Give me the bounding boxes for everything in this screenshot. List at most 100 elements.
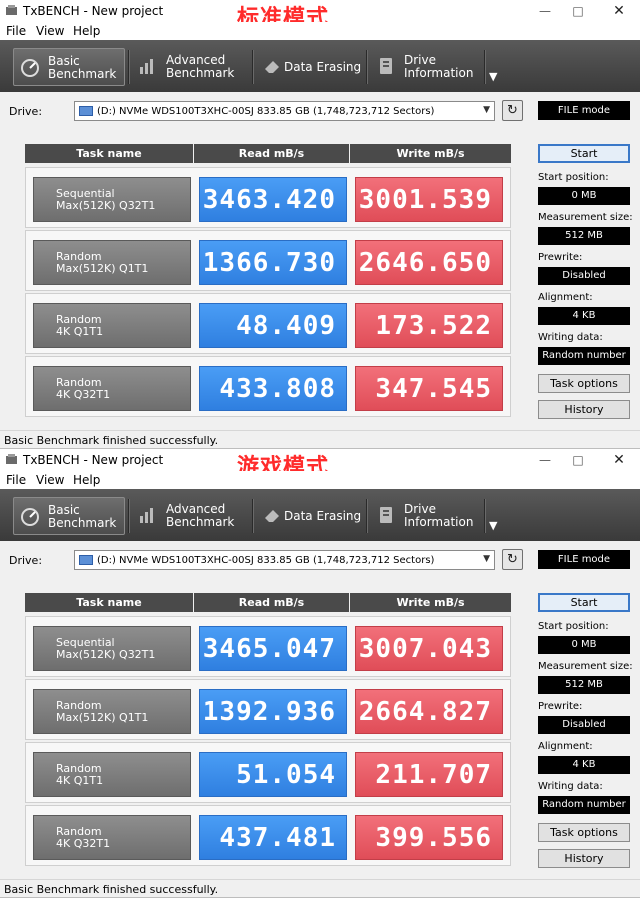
- menu-view[interactable]: View: [36, 24, 64, 38]
- file-mode-box[interactable]: FILE mode: [538, 550, 630, 569]
- task-line2: Max(512K) Q1T1: [56, 262, 149, 275]
- header-write: Write mB/s: [350, 593, 511, 612]
- task-button[interactable]: Random Max(512K) Q1T1: [33, 689, 191, 734]
- maximize-icon[interactable]: □: [563, 2, 593, 20]
- menu-help[interactable]: Help: [73, 473, 100, 487]
- refresh-button[interactable]: ↻: [502, 100, 523, 121]
- drive-value: (D:) NVMe WDS100T3XHC-00SJ 833.85 GB (1,…: [97, 555, 435, 566]
- task-button[interactable]: Sequential Max(512K) Q32T1: [33, 626, 191, 671]
- task-button[interactable]: Sequential Max(512K) Q32T1: [33, 177, 191, 222]
- prewrite-label: Prewrite:: [538, 252, 583, 263]
- speedometer-icon: [21, 508, 39, 526]
- writing-data-label: Writing data:: [538, 332, 603, 343]
- menu-file[interactable]: File: [6, 24, 26, 38]
- chevron-down-icon: ▼: [483, 554, 490, 564]
- drive-value: (D:) NVMe WDS100T3XHC-00SJ 833.85 GB (1,…: [97, 106, 435, 117]
- read-value: 48.409: [199, 303, 347, 348]
- start-button[interactable]: Start: [538, 144, 630, 163]
- refresh-button[interactable]: ↻: [502, 549, 523, 570]
- header-task-name: Task name: [25, 144, 193, 163]
- toolbar-divider: [252, 499, 254, 533]
- task-button[interactable]: Random Max(512K) Q1T1: [33, 240, 191, 285]
- tab-label: Benchmark: [166, 515, 235, 529]
- history-button[interactable]: History: [538, 849, 630, 868]
- minimize-icon[interactable]: —: [530, 2, 560, 20]
- alignment-field[interactable]: 4 KB: [538, 756, 630, 774]
- title-bar: TxBENCH - New project 标准模式 — □ ✕: [0, 0, 640, 31]
- start-position-label: Start position:: [538, 172, 609, 183]
- drive-icon: [79, 106, 93, 116]
- maximize-icon[interactable]: □: [563, 451, 593, 469]
- start-position-field[interactable]: 0 MB: [538, 187, 630, 205]
- task-line2: Max(512K) Q1T1: [56, 711, 149, 724]
- menu-view[interactable]: View: [36, 473, 64, 487]
- toolbar: Basic Benchmark Advanced Benchmark Data …: [0, 40, 640, 92]
- header-read: Read mB/s: [194, 144, 349, 163]
- task-options-button[interactable]: Task options: [538, 374, 630, 393]
- toolbar-overflow-icon[interactable]: ▼: [489, 70, 497, 83]
- toolbar-divider: [484, 499, 486, 533]
- tab-data-erasing[interactable]: Data Erasing: [256, 48, 364, 86]
- alignment-label: Alignment:: [538, 741, 593, 752]
- toolbar-divider: [252, 50, 254, 84]
- menu-file[interactable]: File: [6, 473, 26, 487]
- tab-drive-information[interactable]: Drive Information: [370, 497, 482, 535]
- toolbar-divider: [484, 50, 486, 84]
- writing-data-field[interactable]: Random number: [538, 796, 630, 814]
- writing-data-field[interactable]: Random number: [538, 347, 630, 365]
- measurement-size-field[interactable]: 512 MB: [538, 227, 630, 245]
- measurement-size-field[interactable]: 512 MB: [538, 676, 630, 694]
- menu-bar: File View Help: [0, 471, 640, 489]
- prewrite-field[interactable]: Disabled: [538, 267, 630, 285]
- task-button[interactable]: Random 4K Q1T1: [33, 303, 191, 348]
- tab-basic-benchmark[interactable]: Basic Benchmark: [13, 48, 125, 86]
- tab-advanced-benchmark[interactable]: Advanced Benchmark: [132, 48, 250, 86]
- menu-help[interactable]: Help: [73, 24, 100, 38]
- close-icon[interactable]: ✕: [604, 2, 634, 20]
- task-options-button[interactable]: Task options: [538, 823, 630, 842]
- window-title: TxBENCH - New project: [23, 4, 164, 18]
- header-read: Read mB/s: [194, 593, 349, 612]
- toolbar-divider: [128, 50, 130, 84]
- close-icon[interactable]: ✕: [604, 451, 634, 469]
- drive-select[interactable]: (D:) NVMe WDS100T3XHC-00SJ 833.85 GB (1,…: [74, 550, 495, 570]
- read-value: 1366.730: [199, 240, 347, 285]
- drive-label: Drive:: [9, 554, 43, 567]
- task-button[interactable]: Random 4K Q32T1: [33, 366, 191, 411]
- write-value: 2664.827: [355, 689, 503, 734]
- start-position-label: Start position:: [538, 621, 609, 632]
- eraser-icon: [265, 61, 279, 73]
- refresh-icon: ↻: [507, 103, 518, 118]
- file-mode-box[interactable]: FILE mode: [538, 101, 630, 120]
- write-value: 3001.539: [355, 177, 503, 222]
- alignment-field[interactable]: 4 KB: [538, 307, 630, 325]
- task-button[interactable]: Random 4K Q32T1: [33, 815, 191, 860]
- write-value: 2646.650: [355, 240, 503, 285]
- drive-icon: [79, 555, 93, 565]
- minimize-icon[interactable]: —: [530, 451, 560, 469]
- drive-select[interactable]: (D:) NVMe WDS100T3XHC-00SJ 833.85 GB (1,…: [74, 101, 495, 121]
- start-position-field[interactable]: 0 MB: [538, 636, 630, 654]
- toolbar-overflow-icon[interactable]: ▼: [489, 519, 497, 532]
- tab-label: Information: [404, 66, 474, 80]
- toolbar-divider: [366, 499, 368, 533]
- tab-advanced-benchmark[interactable]: Advanced Benchmark: [132, 497, 250, 535]
- toolbar-divider: [128, 499, 130, 533]
- read-value: 433.808: [199, 366, 347, 411]
- tab-drive-information[interactable]: Drive Information: [370, 48, 482, 86]
- tab-label: Benchmark: [48, 516, 117, 530]
- task-line2: Max(512K) Q32T1: [56, 648, 156, 661]
- drive-info-icon: [380, 58, 392, 74]
- tab-basic-benchmark[interactable]: Basic Benchmark: [13, 497, 125, 535]
- task-button[interactable]: Random 4K Q1T1: [33, 752, 191, 797]
- history-button[interactable]: History: [538, 400, 630, 419]
- prewrite-field[interactable]: Disabled: [538, 716, 630, 734]
- header-write: Write mB/s: [350, 144, 511, 163]
- status-text: Basic Benchmark finished successfully.: [4, 434, 219, 447]
- tab-label: Benchmark: [166, 66, 235, 80]
- start-button[interactable]: Start: [538, 593, 630, 612]
- task-line2: Max(512K) Q32T1: [56, 199, 156, 212]
- tab-data-erasing[interactable]: Data Erasing: [256, 497, 364, 535]
- status-text: Basic Benchmark finished successfully.: [4, 883, 219, 896]
- tab-label: Benchmark: [48, 67, 117, 81]
